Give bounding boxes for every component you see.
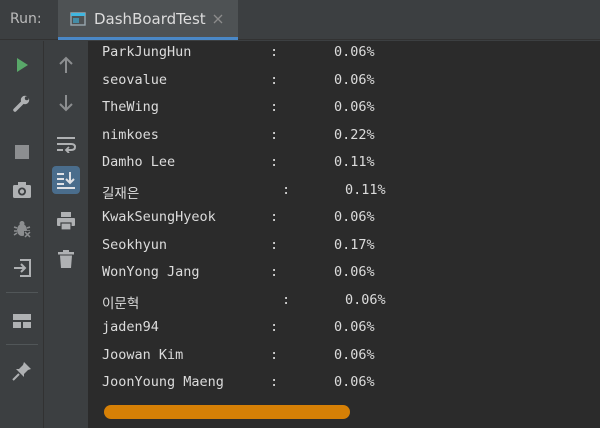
screenshot-button[interactable]	[8, 176, 36, 204]
separator-colon: :	[270, 44, 279, 60]
separator-colon: :	[270, 71, 279, 88]
separator-colon: :	[270, 319, 279, 335]
settings-button[interactable]	[8, 89, 36, 117]
pin-icon	[12, 362, 31, 381]
next-occurrence-button[interactable]	[52, 89, 80, 117]
bug-icon	[13, 221, 31, 238]
separator-colon: :	[270, 264, 279, 280]
contributor-name: Seokhyun	[102, 236, 168, 253]
contribution-percent: 0.06%	[334, 374, 375, 390]
contributor-name: TheWing	[102, 99, 159, 115]
run-label: Run:	[10, 11, 42, 27]
contributor-name: 길재은	[102, 185, 140, 202]
run-tab-bar: Run: DashBoardTest	[0, 0, 600, 40]
contribution-percent: 0.06%	[334, 99, 375, 115]
contribution-percent: 0.06%	[334, 319, 375, 335]
separator-colon: :	[282, 181, 291, 198]
contribution-percent: 0.11%	[334, 154, 375, 170]
tab-title: DashBoardTest	[94, 10, 206, 28]
camera-icon	[13, 182, 31, 198]
exit-icon	[14, 259, 31, 277]
scroll-to-end-icon	[57, 172, 75, 189]
toolbar-divider	[6, 344, 38, 345]
run-toolbar-secondary	[45, 41, 87, 428]
contributor-name: jaden94	[102, 319, 159, 335]
layout-icon	[13, 314, 31, 328]
contributor-name: KwakSeungHyeok	[102, 209, 216, 225]
contribution-percent: 0.06%	[334, 209, 375, 225]
separator-colon: :	[270, 126, 279, 143]
separator-colon: :	[270, 154, 279, 170]
tab-dashboardtest[interactable]: DashBoardTest	[58, 0, 238, 40]
clear-all-button[interactable]	[52, 245, 80, 273]
contribution-percent: 0.22%	[334, 126, 375, 143]
stop-button[interactable]	[8, 138, 36, 166]
exit-button[interactable]	[8, 254, 36, 282]
contributor-name: nimkoes	[102, 126, 159, 143]
rerun-button[interactable]	[8, 51, 36, 79]
separator-colon: :	[270, 99, 279, 115]
trash-icon	[58, 250, 74, 268]
previous-occurrence-button[interactable]	[52, 51, 80, 79]
play-icon	[17, 58, 28, 72]
contributor-name: 이문혁	[102, 295, 140, 312]
contributor-name: Joowan Kim	[102, 346, 184, 363]
print-icon	[57, 212, 75, 231]
wrench-icon	[13, 95, 30, 112]
contribution-percent: 0.11%	[345, 181, 386, 198]
toolbar-divider	[6, 292, 38, 293]
stop-icon	[15, 145, 29, 159]
separator-colon: :	[270, 374, 279, 390]
pin-button[interactable]	[8, 357, 36, 385]
console-window-icon	[70, 12, 86, 26]
tab-active-indicator	[58, 37, 238, 40]
contributor-name: WonYong Jang	[102, 264, 200, 280]
contributor-name: seovalue	[102, 71, 168, 88]
scroll-to-end-button[interactable]	[52, 166, 80, 194]
arrow-up-icon	[59, 56, 73, 73]
separator-colon: :	[270, 236, 279, 253]
contribution-percent: 0.06%	[334, 264, 375, 280]
contribution-percent: 0.06%	[334, 346, 375, 363]
horizontal-scrollbar[interactable]	[104, 405, 350, 419]
contribution-percent: 0.06%	[334, 44, 375, 60]
soft-wrap-button[interactable]	[52, 130, 80, 158]
separator-colon: :	[282, 291, 291, 308]
contributor-name: JoonYoung Maeng	[102, 374, 224, 390]
contributor-name: ParkJungHun	[102, 44, 192, 60]
layout-button[interactable]	[8, 307, 36, 335]
console-output[interactable]: ParkJungHun: 0.06% seovalue: 0.06% TheWing: 0…	[88, 41, 600, 428]
contribution-percent: 0.17%	[334, 236, 375, 253]
soft-wrap-icon	[57, 137, 76, 153]
contributor-name: Damho Lee	[102, 154, 176, 170]
arrow-down-icon	[59, 95, 73, 112]
contribution-percent: 0.06%	[334, 71, 375, 88]
print-button[interactable]	[52, 207, 80, 235]
contribution-percent: 0.06%	[345, 291, 386, 308]
separator-colon: :	[270, 346, 279, 363]
separator-colon: :	[270, 209, 279, 225]
debug-button[interactable]	[8, 215, 36, 243]
close-icon[interactable]	[210, 11, 226, 27]
run-toolbar-primary	[0, 41, 44, 428]
